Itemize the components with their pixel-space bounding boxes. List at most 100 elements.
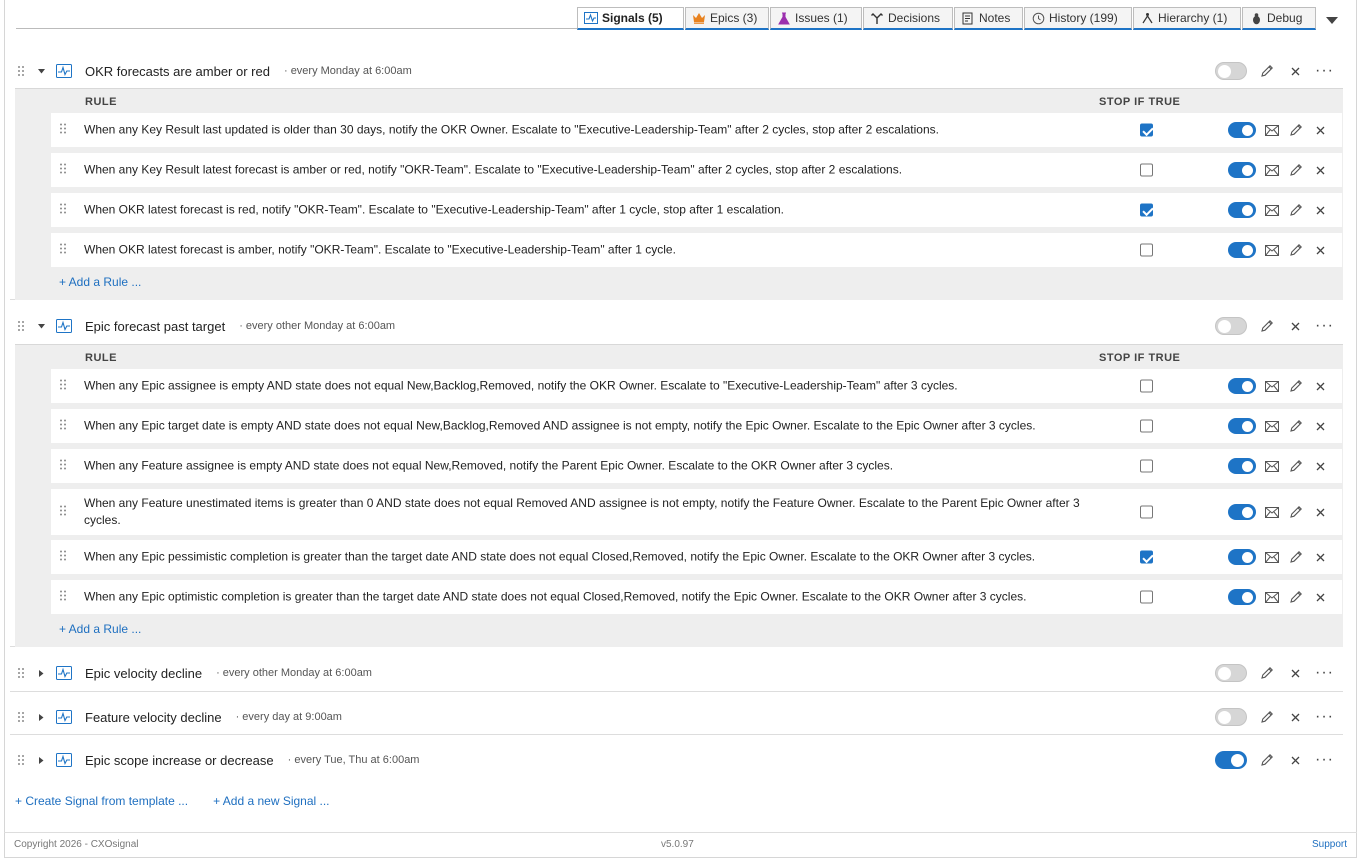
- rule-row[interactable]: When OKR latest forecast is red, notify …: [51, 193, 1342, 227]
- mail-icon[interactable]: [1264, 549, 1280, 565]
- mail-icon[interactable]: [1264, 504, 1280, 520]
- rule-enable-toggle[interactable]: [1228, 418, 1256, 434]
- signal-enable-toggle[interactable]: [1215, 664, 1247, 682]
- rule-row[interactable]: When any Feature unestimated items is gr…: [51, 489, 1342, 535]
- signal-title[interactable]: Feature velocity decline: [85, 710, 222, 725]
- rule-enable-toggle[interactable]: [1228, 162, 1256, 178]
- more-options-icon[interactable]: ···: [1315, 63, 1333, 79]
- drag-handle-icon[interactable]: [14, 64, 28, 78]
- close-icon[interactable]: [1312, 162, 1328, 178]
- tab-debug[interactable]: Debug: [1242, 7, 1316, 30]
- close-icon[interactable]: [1287, 318, 1303, 334]
- close-icon[interactable]: [1312, 242, 1328, 258]
- close-icon[interactable]: [1287, 752, 1303, 768]
- drag-handle-icon[interactable]: [59, 590, 67, 605]
- signal-title[interactable]: Epic scope increase or decrease: [85, 753, 274, 768]
- stop-if-true-checkbox[interactable]: [1140, 203, 1153, 217]
- rule-row[interactable]: When any Key Result latest forecast is a…: [51, 153, 1342, 187]
- close-icon[interactable]: [1312, 122, 1328, 138]
- signal-row[interactable]: Feature velocity decline · every day at 9…: [10, 697, 1343, 737]
- tab-history[interactable]: History (199): [1024, 7, 1132, 30]
- mail-icon[interactable]: [1264, 378, 1280, 394]
- edit-pencil-icon[interactable]: [1288, 549, 1304, 565]
- more-options-icon[interactable]: ···: [1315, 709, 1333, 725]
- edit-pencil-icon[interactable]: [1288, 589, 1304, 605]
- create-signal-from-template-link[interactable]: + Create Signal from template ...: [15, 794, 188, 808]
- tab-signals[interactable]: Signals (5): [577, 7, 684, 30]
- stop-if-true-checkbox[interactable]: [1140, 419, 1153, 433]
- add-rule-link[interactable]: + Add a Rule ...: [59, 622, 141, 636]
- rule-row[interactable]: When any Key Result last updated is olde…: [51, 113, 1342, 147]
- edit-pencil-icon[interactable]: [1288, 202, 1304, 218]
- mail-icon[interactable]: [1264, 122, 1280, 138]
- tab-notes[interactable]: Notes: [954, 7, 1023, 30]
- tab-hierarchy[interactable]: Hierarchy (1): [1133, 7, 1241, 30]
- rule-enable-toggle[interactable]: [1228, 202, 1256, 218]
- close-icon[interactable]: [1312, 378, 1328, 394]
- stop-if-true-checkbox[interactable]: [1140, 505, 1153, 519]
- mail-icon[interactable]: [1264, 242, 1280, 258]
- signal-row[interactable]: OKR forecasts are amber or red · every Mo…: [10, 51, 1343, 91]
- signal-enable-toggle[interactable]: [1215, 317, 1247, 335]
- signal-row[interactable]: Epic velocity decline · every other Monda…: [10, 653, 1343, 693]
- stop-if-true-checkbox[interactable]: [1140, 243, 1153, 257]
- signal-title[interactable]: Epic velocity decline: [85, 666, 202, 681]
- mail-icon[interactable]: [1264, 418, 1280, 434]
- drag-handle-icon[interactable]: [59, 243, 67, 258]
- rule-row[interactable]: When OKR latest forecast is amber, notif…: [51, 233, 1342, 267]
- rule-enable-toggle[interactable]: [1228, 242, 1256, 258]
- edit-pencil-icon[interactable]: [1288, 378, 1304, 394]
- rule-enable-toggle[interactable]: [1228, 458, 1256, 474]
- drag-handle-icon[interactable]: [59, 123, 67, 138]
- rule-row[interactable]: When any Feature assignee is empty AND s…: [51, 449, 1342, 483]
- stop-if-true-checkbox[interactable]: [1140, 123, 1153, 137]
- edit-pencil-icon[interactable]: [1288, 122, 1304, 138]
- edit-pencil-icon[interactable]: [1288, 504, 1304, 520]
- tab-epics[interactable]: Epics (3): [685, 7, 769, 30]
- drag-handle-icon[interactable]: [59, 163, 67, 178]
- drag-handle-icon[interactable]: [59, 459, 67, 474]
- rule-row[interactable]: When any Epic optimistic completion is g…: [51, 580, 1342, 614]
- edit-pencil-icon[interactable]: [1259, 318, 1275, 334]
- drag-handle-icon[interactable]: [14, 710, 28, 724]
- signal-row[interactable]: Epic scope increase or decrease · every T…: [10, 740, 1343, 780]
- mail-icon[interactable]: [1264, 458, 1280, 474]
- caret-right-icon[interactable]: [34, 669, 48, 677]
- signal-row[interactable]: Epic forecast past target · every other M…: [10, 306, 1343, 346]
- signal-enable-toggle[interactable]: [1215, 708, 1247, 726]
- more-options-icon[interactable]: ···: [1315, 318, 1333, 334]
- mail-icon[interactable]: [1264, 202, 1280, 218]
- more-options-icon[interactable]: ···: [1315, 665, 1333, 681]
- signal-enable-toggle[interactable]: [1215, 751, 1247, 769]
- caret-down-icon[interactable]: [34, 68, 48, 74]
- close-icon[interactable]: [1287, 665, 1303, 681]
- edit-pencil-icon[interactable]: [1288, 162, 1304, 178]
- close-icon[interactable]: [1312, 458, 1328, 474]
- signal-title[interactable]: Epic forecast past target: [85, 319, 225, 334]
- caret-down-icon[interactable]: [34, 323, 48, 329]
- signal-enable-toggle[interactable]: [1215, 62, 1247, 80]
- rule-enable-toggle[interactable]: [1228, 122, 1256, 138]
- add-rule-link[interactable]: + Add a Rule ...: [59, 275, 141, 289]
- mail-icon[interactable]: [1264, 589, 1280, 605]
- close-icon[interactable]: [1287, 709, 1303, 725]
- add-new-signal-link[interactable]: + Add a new Signal ...: [213, 794, 329, 808]
- stop-if-true-checkbox[interactable]: [1140, 550, 1153, 564]
- rule-row[interactable]: When any Epic assignee is empty AND stat…: [51, 369, 1342, 403]
- mail-icon[interactable]: [1264, 162, 1280, 178]
- rule-enable-toggle[interactable]: [1228, 549, 1256, 565]
- close-icon[interactable]: [1312, 549, 1328, 565]
- tab-issues[interactable]: Issues (1): [770, 7, 862, 30]
- rule-enable-toggle[interactable]: [1228, 378, 1256, 394]
- caret-right-icon[interactable]: [34, 713, 48, 721]
- drag-handle-icon[interactable]: [14, 666, 28, 680]
- close-icon[interactable]: [1287, 63, 1303, 79]
- stop-if-true-checkbox[interactable]: [1140, 163, 1153, 177]
- drag-handle-icon[interactable]: [59, 379, 67, 394]
- rule-enable-toggle[interactable]: [1228, 504, 1256, 520]
- edit-pencil-icon[interactable]: [1259, 63, 1275, 79]
- edit-pencil-icon[interactable]: [1259, 665, 1275, 681]
- tabs-overflow-menu[interactable]: [1326, 14, 1340, 26]
- rule-row[interactable]: When any Epic pessimistic completion is …: [51, 540, 1342, 574]
- drag-handle-icon[interactable]: [59, 550, 67, 565]
